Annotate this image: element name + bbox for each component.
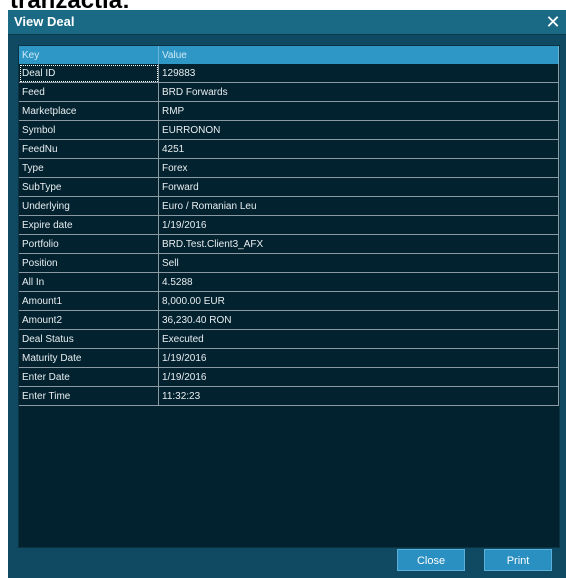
table-row[interactable]: Maturity Date 1/19/2016 (19, 348, 559, 368)
column-header-value[interactable]: Value (158, 46, 559, 64)
row-value-cell: EURRONON (158, 120, 559, 140)
row-key-cell: All In (19, 272, 159, 292)
row-value-cell: 129883 (158, 64, 559, 83)
row-value-cell: 8,000.00 EUR (158, 291, 559, 311)
row-key-cell: Expire date (19, 215, 159, 235)
table-row[interactable]: SubType Forward (19, 177, 559, 197)
table-row[interactable]: Symbol EURRONON (19, 120, 559, 140)
view-deal-dialog: View Deal ✕ Key Value Deal ID 129883 Feed B… (8, 10, 566, 578)
row-value-cell: Executed (158, 329, 559, 349)
table-row[interactable]: FeedNu 4251 (19, 139, 559, 159)
close-button[interactable]: Close (397, 549, 465, 571)
row-key-cell: Marketplace (19, 101, 159, 121)
row-key-cell: Maturity Date (19, 348, 159, 368)
row-key-cell: Amount2 (19, 310, 159, 330)
row-key-cell: Amount1 (19, 291, 159, 311)
row-key-cell: Position (19, 253, 159, 273)
close-icon[interactable]: ✕ (544, 10, 562, 34)
row-key-cell: Enter Date (19, 367, 159, 387)
row-value-cell: BRD.Test.Client3_AFX (158, 234, 559, 254)
row-key-cell: Underlying (19, 196, 159, 216)
row-value-cell: BRD Forwards (158, 82, 559, 102)
table-row[interactable]: Type Forex (19, 158, 559, 178)
table-header-row: Key Value (19, 46, 559, 64)
table-row[interactable]: Deal ID 129883 (19, 64, 559, 83)
row-value-cell: 4.5288 (158, 272, 559, 292)
row-value-cell: Sell (158, 253, 559, 273)
column-header-key[interactable]: Key (19, 46, 159, 64)
row-value-cell: 11:32:23 (158, 386, 559, 406)
dialog-titlebar: View Deal ✕ (8, 10, 566, 35)
deal-details-table: Key Value Deal ID 129883 Feed BRD Forwards M… (19, 46, 559, 406)
table-row[interactable]: Marketplace RMP (19, 101, 559, 121)
table-row[interactable]: Enter Date 1/19/2016 (19, 367, 559, 387)
table-row[interactable]: Underlying Euro / Romanian Leu (19, 196, 559, 216)
row-value-cell: 4251 (158, 139, 559, 159)
row-key-cell: Deal ID (19, 64, 159, 83)
table-row[interactable]: Deal Status Executed (19, 329, 559, 349)
row-key-cell: SubType (19, 177, 159, 197)
dialog-title: View Deal (14, 14, 75, 29)
row-value-cell: 1/19/2016 (158, 367, 559, 387)
row-key-cell: Enter Time (19, 386, 159, 406)
table-row[interactable]: Amount1 8,000.00 EUR (19, 291, 559, 311)
row-value-cell: Forex (158, 158, 559, 178)
table-row[interactable]: Expire date 1/19/2016 (19, 215, 559, 235)
row-key-cell: Symbol (19, 120, 159, 140)
row-value-cell: RMP (158, 101, 559, 121)
row-value-cell: Forward (158, 177, 559, 197)
table-row[interactable]: Portfolio BRD.Test.Client3_AFX (19, 234, 559, 254)
row-key-cell: Type (19, 158, 159, 178)
table-row[interactable]: Position Sell (19, 253, 559, 273)
row-key-cell: Feed (19, 82, 159, 102)
print-button[interactable]: Print (484, 549, 552, 571)
row-value-cell: 36,230.40 RON (158, 310, 559, 330)
table-row[interactable]: Amount2 36,230.40 RON (19, 310, 559, 330)
row-key-cell: Deal Status (19, 329, 159, 349)
row-key-cell: FeedNu (19, 139, 159, 159)
row-value-cell: 1/19/2016 (158, 215, 559, 235)
row-value-cell: 1/19/2016 (158, 348, 559, 368)
row-key-cell: Portfolio (19, 234, 159, 254)
table-row[interactable]: All In 4.5288 (19, 272, 559, 292)
table-row[interactable]: Enter Time 11:32:23 (19, 386, 559, 406)
deal-details-table-container: Key Value Deal ID 129883 Feed BRD Forwards M… (18, 45, 560, 548)
row-value-cell: Euro / Romanian Leu (158, 196, 559, 216)
table-row[interactable]: Feed BRD Forwards (19, 82, 559, 102)
